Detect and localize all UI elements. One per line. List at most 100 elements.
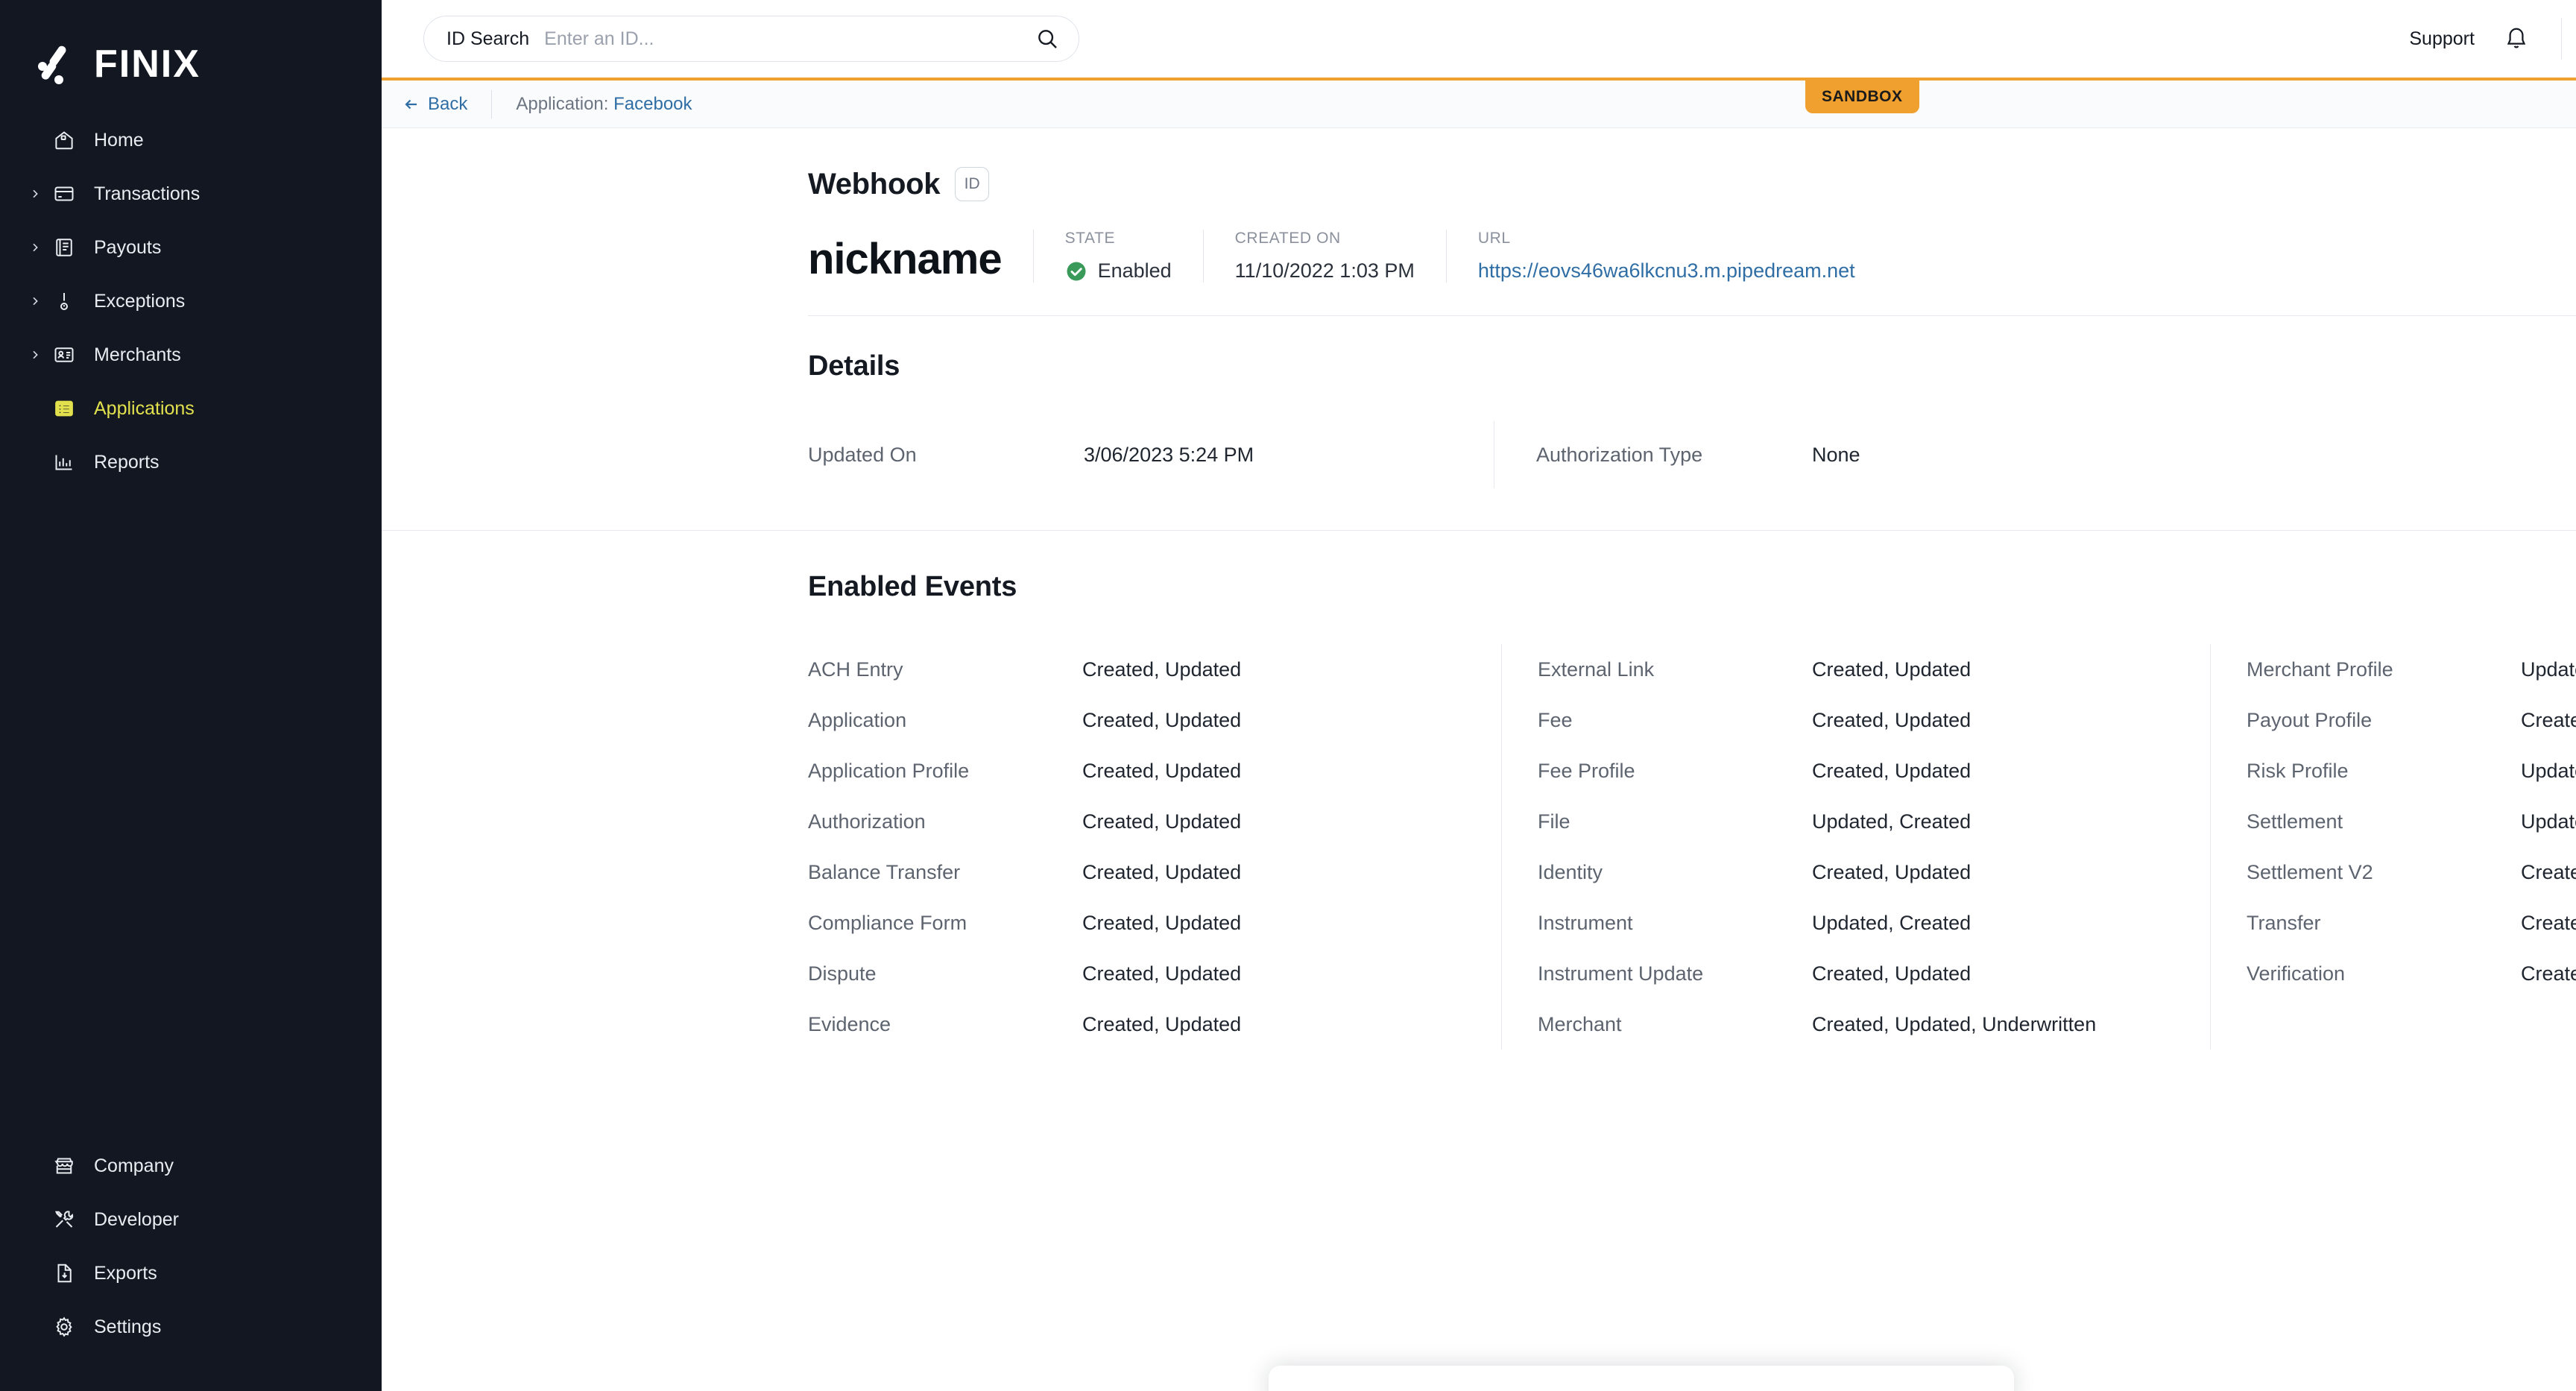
sidebar-item-developer[interactable]: Developer — [0, 1193, 382, 1246]
support-link[interactable]: Support — [2409, 28, 2475, 50]
main-content: ID Search Support PayFac Platfor — [382, 0, 2576, 1391]
chevron-right-icon[interactable] — [22, 242, 48, 253]
event-name: Authorization — [808, 810, 926, 833]
sidebar-item-home[interactable]: Home — [0, 113, 382, 167]
summary-label: URL — [1477, 230, 1511, 247]
event-value: Created, Updated — [1812, 860, 1972, 883]
detail-authorization-type: Authorization Type None — [1536, 444, 2222, 467]
event-row: Application Created, Updated — [808, 695, 1501, 745]
enabled-events-grid: ACH Entry Created, Updated Application C… — [808, 610, 2576, 1050]
summary-label: STATE — [1064, 230, 1116, 247]
sidebar-item-settings[interactable]: Settings — [0, 1300, 382, 1354]
back-label: Back — [428, 93, 468, 114]
event-value: Updated, Created — [2521, 657, 2576, 681]
event-name: Instrument — [1538, 911, 1633, 934]
detail-label: Updated On — [808, 443, 917, 466]
detail-label: Authorization Type — [1536, 443, 1703, 466]
event-name: Merchant — [1538, 1012, 1622, 1035]
event-name: Settlement V2 — [2247, 860, 2373, 883]
event-row: Instrument Updated, Created — [1538, 898, 2210, 948]
arrow-left-icon — [405, 99, 417, 109]
event-value: Created, Updated — [1082, 657, 1242, 681]
event-value: Created, Updated — [1812, 657, 1972, 681]
event-row: Merchant Profile Updated, Created — [2247, 644, 2576, 695]
breadcrumb-divider — [491, 89, 493, 119]
event-name: Compliance Form — [808, 911, 967, 934]
finix-slash-logo-icon — [36, 43, 78, 85]
sidebar-item-exports[interactable]: Exports — [0, 1246, 382, 1300]
webhook-url-link[interactable]: https://eovs46wa6lkcnu3.m.pipedream.net — [1478, 259, 1855, 283]
sidebar-item-applications[interactable]: Applications — [0, 382, 382, 435]
summary-label: CREATED ON — [1234, 230, 1341, 247]
enabled-events-title: Enabled Events — [808, 570, 1017, 602]
bell-icon[interactable] — [2503, 25, 2530, 52]
summary-url: URL https://eovs46wa6lkcnu3.m.pipedream.… — [1478, 230, 1855, 283]
event-row: Transfer Created, Updated — [2247, 898, 2576, 948]
id-search-box[interactable]: ID Search — [423, 16, 1079, 62]
environment-badge: SANDBOX — [1805, 81, 1919, 113]
event-value: Created, Updated — [1082, 911, 1242, 934]
sidebar-item-label: Transactions — [94, 183, 201, 204]
event-name: Payout Profile — [2247, 708, 2373, 731]
sidebar-item-reports[interactable]: Reports — [0, 435, 382, 489]
detail-value: 3/06/2023 5:24 PM — [1084, 443, 1254, 466]
event-row: Payout Profile Created — [2247, 695, 2576, 745]
event-row: Fee Created, Updated — [1538, 695, 2210, 745]
sidebar-item-exceptions[interactable]: Exceptions — [0, 274, 382, 328]
chevron-right-icon[interactable] — [22, 295, 48, 307]
search-icon[interactable] — [1035, 27, 1059, 51]
sidebar-item-merchants[interactable]: Merchants — [0, 328, 382, 382]
exclamation-icon — [48, 290, 80, 312]
event-name: External Link — [1538, 657, 1655, 681]
book-icon — [48, 236, 80, 259]
credit-card-icon — [48, 183, 80, 205]
summary-value: 11/10/2022 1:03 PM — [1234, 259, 1415, 282]
event-name: Identity — [1538, 860, 1603, 883]
status-badge: Enabled — [1065, 259, 1172, 283]
header-actions: Support PayFac Platform (Sandbox) K — [2409, 17, 2576, 60]
details-section: Details Updated On 3/06/2023 5:24 PM Aut… — [382, 316, 2576, 488]
bottom-floating-card — [1269, 1366, 2014, 1391]
event-value: Created — [2521, 708, 2576, 731]
event-name: Risk Profile — [2247, 759, 2349, 782]
breadcrumb-prefix: Application: — [516, 93, 609, 114]
copy-id-chip[interactable]: ID — [955, 167, 990, 201]
sidebar-item-label: Company — [94, 1155, 174, 1176]
event-row: Instrument Update Created, Updated — [1538, 948, 2210, 999]
sidebar-item-label: Exports — [94, 1262, 157, 1284]
breadcrumb: Application: Facebook — [516, 94, 692, 115]
sidebar-item-transactions[interactable]: Transactions — [0, 167, 382, 221]
sidebar-item-payouts[interactable]: Payouts — [0, 221, 382, 274]
event-name: Transfer — [2247, 911, 2321, 934]
chevron-right-icon[interactable] — [22, 349, 48, 361]
event-name: Application — [808, 708, 907, 731]
contact-card-icon — [48, 344, 80, 366]
event-name: Merchant Profile — [2247, 657, 2393, 681]
event-value: Created, Updated — [1812, 708, 1972, 731]
brand-logo[interactable]: FINIX — [0, 0, 382, 97]
search-input[interactable] — [544, 28, 1035, 50]
enabled-events-section: Enabled Events Edit ACH Entry Created, U… — [382, 531, 2576, 1050]
event-row: Compliance Form Created, Updated — [808, 898, 1501, 948]
page-title: Webhook — [808, 167, 941, 201]
app-root: FINIX Home Transactions Payouts Exceptio… — [0, 0, 2576, 1391]
summary-divider — [1445, 230, 1447, 283]
event-name: Instrument Update — [1538, 962, 1704, 985]
back-button[interactable]: Back — [402, 94, 467, 115]
secondary-nav: Company Developer Exports Settings — [0, 1139, 382, 1391]
breadcrumb-application-link[interactable]: Facebook — [613, 94, 692, 114]
sidebar-item-label: Exceptions — [94, 290, 186, 312]
event-value: Created, Updated — [1082, 962, 1242, 985]
list-box-icon — [48, 397, 80, 420]
chevron-right-icon[interactable] — [22, 188, 48, 200]
event-row: Settlement V2 Created, Updated — [2247, 847, 2576, 898]
tools-icon — [48, 1208, 80, 1231]
sidebar: FINIX Home Transactions Payouts Exceptio… — [0, 0, 382, 1391]
event-row: ACH Entry Created, Updated — [808, 644, 1501, 695]
sidebar-item-company[interactable]: Company — [0, 1139, 382, 1193]
event-row: Evidence Created, Updated — [808, 999, 1501, 1050]
detail-updated-on: Updated On 3/06/2023 5:24 PM — [808, 444, 1494, 467]
page-title-row: Webhook ID Actions — [808, 161, 2576, 207]
storefront-icon — [48, 1155, 80, 1177]
event-value: Created, Updated — [1812, 759, 1972, 782]
